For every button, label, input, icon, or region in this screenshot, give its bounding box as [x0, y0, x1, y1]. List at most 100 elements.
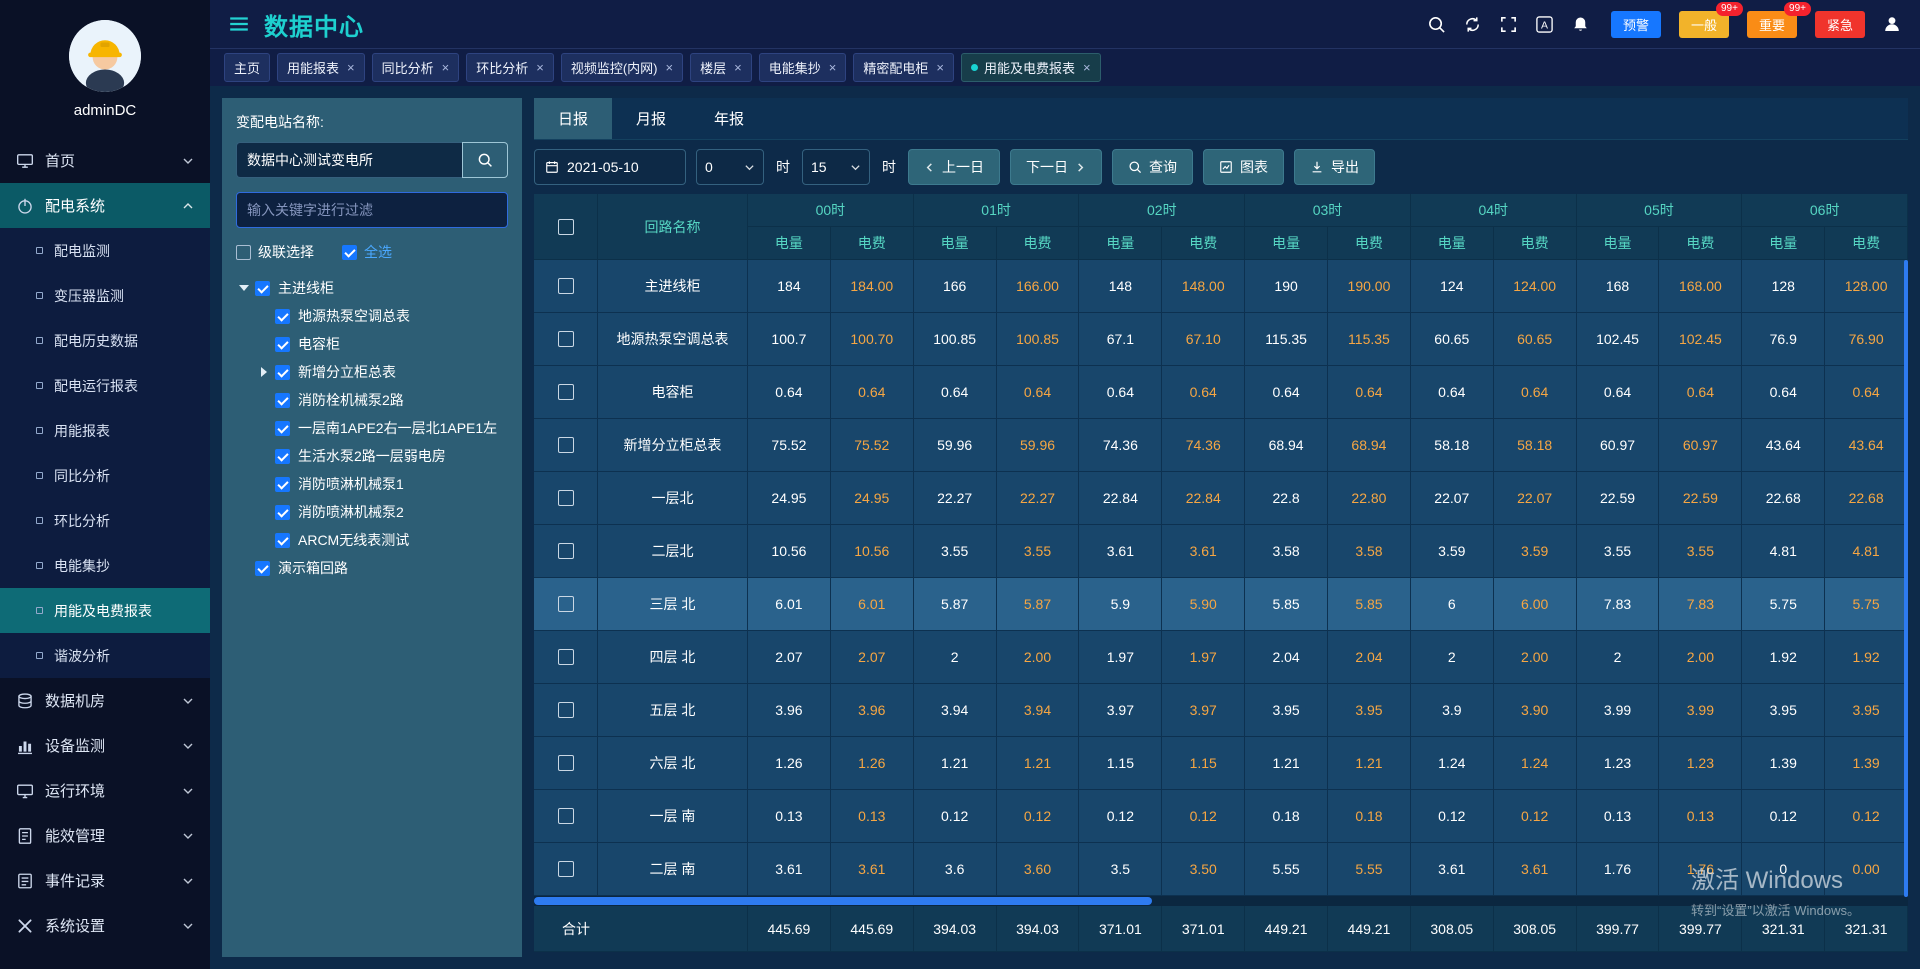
close-icon[interactable]: ×: [666, 60, 674, 75]
tree-node[interactable]: 主进线柜: [236, 274, 508, 302]
chart-button[interactable]: 图表: [1203, 149, 1284, 185]
row-checkbox[interactable]: [558, 384, 574, 400]
sidebar-item-data-room[interactable]: 数据机房: [0, 678, 210, 723]
close-icon[interactable]: ×: [347, 60, 355, 75]
next-day-button[interactable]: 下一日: [1010, 149, 1102, 185]
tree-checkbox[interactable]: [275, 449, 290, 464]
sidebar-item-system-settings[interactable]: 系统设置: [0, 903, 210, 948]
open-tab[interactable]: 同比分析×: [372, 53, 460, 82]
close-icon[interactable]: ×: [936, 60, 944, 75]
table-row[interactable]: 六层 北1.261.261.211.211.151.151.211.211.24…: [534, 737, 1908, 790]
row-checkbox[interactable]: [558, 278, 574, 294]
hour-to-select[interactable]: 15: [802, 149, 870, 185]
table-row[interactable]: 四层 北2.072.0722.001.971.972.042.0422.0022…: [534, 631, 1908, 684]
close-icon[interactable]: ×: [1083, 60, 1091, 75]
close-icon[interactable]: ×: [734, 60, 742, 75]
open-tab[interactable]: 视频监控(内网)×: [561, 53, 683, 82]
tree-node[interactable]: 生活水泵2路一层弱电房: [236, 442, 508, 470]
tree-node[interactable]: 消防喷淋机械泵2: [236, 498, 508, 526]
table-row[interactable]: 一层 南0.130.130.120.120.120.120.180.180.12…: [534, 790, 1908, 843]
vertical-scrollbar[interactable]: [1904, 260, 1908, 897]
submenu-item[interactable]: 同比分析: [0, 453, 210, 498]
submenu-item[interactable]: 配电运行报表: [0, 363, 210, 408]
submenu-item[interactable]: 变压器监测: [0, 273, 210, 318]
table-row[interactable]: 新增分立柜总表75.5275.5259.9659.9674.3674.3668.…: [534, 419, 1908, 472]
alert-urgent-button[interactable]: 紧急: [1815, 11, 1865, 38]
table-row[interactable]: 主进线柜184184.00166166.00148148.00190190.00…: [534, 260, 1908, 313]
export-button[interactable]: 导出: [1294, 149, 1375, 185]
topbar-refresh-icon[interactable]: [1463, 15, 1482, 34]
alert-important-button[interactable]: 重要99+: [1747, 11, 1797, 38]
table-row[interactable]: 五层 北3.963.963.943.943.973.973.953.953.93…: [534, 684, 1908, 737]
alert-forecast-button[interactable]: 预警: [1611, 11, 1661, 38]
sidebar-item-event-log[interactable]: 事件记录: [0, 858, 210, 903]
close-icon[interactable]: ×: [442, 60, 450, 75]
submenu-item[interactable]: 环比分析: [0, 498, 210, 543]
table-row[interactable]: 电容柜0.640.640.640.640.640.640.640.640.640…: [534, 366, 1908, 419]
tree-checkbox[interactable]: [255, 561, 270, 576]
cascade-select-checkbox[interactable]: 级联选择: [236, 242, 314, 262]
horizontal-scrollbar-thumb[interactable]: [534, 897, 1152, 905]
open-tab[interactable]: 精密配电柜×: [853, 53, 954, 82]
query-button[interactable]: 查询: [1112, 149, 1193, 185]
tree-node[interactable]: 电容柜: [236, 330, 508, 358]
topbar-translate-icon[interactable]: A: [1535, 15, 1554, 34]
sidebar-item-runtime-environment[interactable]: 运行环境: [0, 768, 210, 813]
tree-node[interactable]: 地源热泵空调总表: [236, 302, 508, 330]
prev-day-button[interactable]: 上一日: [908, 149, 1000, 185]
tree-checkbox[interactable]: [275, 421, 290, 436]
date-picker[interactable]: 2021-05-10: [534, 149, 686, 185]
keyword-filter-input[interactable]: [236, 192, 508, 228]
tree-checkbox[interactable]: [275, 365, 290, 380]
row-checkbox[interactable]: [558, 596, 574, 612]
tree-node[interactable]: 一层南1APE2右一层北1APE1左: [236, 414, 508, 442]
submenu-item[interactable]: 谐波分析: [0, 633, 210, 678]
submenu-item[interactable]: 配电历史数据: [0, 318, 210, 363]
topbar-search-icon[interactable]: [1427, 15, 1446, 34]
user-icon[interactable]: [1882, 14, 1902, 34]
submenu-item[interactable]: 用能及电费报表: [0, 588, 210, 633]
topbar-notification-icon[interactable]: [1571, 15, 1590, 34]
tree-checkbox[interactable]: [275, 309, 290, 324]
row-checkbox[interactable]: [558, 543, 574, 559]
row-checkbox[interactable]: [558, 861, 574, 877]
tree-node[interactable]: 新增分立柜总表: [236, 358, 508, 386]
alert-general-button[interactable]: 一般99+: [1679, 11, 1729, 38]
tree-node[interactable]: ARCM无线表测试: [236, 526, 508, 554]
row-checkbox[interactable]: [558, 808, 574, 824]
row-checkbox[interactable]: [558, 331, 574, 347]
row-checkbox[interactable]: [558, 702, 574, 718]
submenu-item[interactable]: 用能报表: [0, 408, 210, 453]
tree-node[interactable]: 消防栓机械泵2路: [236, 386, 508, 414]
caret-right-icon[interactable]: [256, 367, 272, 377]
table-row[interactable]: 三层 北6.016.015.875.875.95.905.855.8566.00…: [534, 578, 1908, 631]
submenu-item[interactable]: 电能集抄: [0, 543, 210, 588]
sidebar-item-distribution-system[interactable]: 配电系统: [0, 183, 210, 228]
topbar-fullscreen-icon[interactable]: [1499, 15, 1518, 34]
open-tab[interactable]: 主页: [224, 53, 270, 82]
row-checkbox[interactable]: [558, 437, 574, 453]
tree-checkbox[interactable]: [275, 337, 290, 352]
tree-node[interactable]: 演示箱回路: [236, 554, 508, 582]
tree-checkbox[interactable]: [275, 505, 290, 520]
open-tab[interactable]: 环比分析×: [466, 53, 554, 82]
hamburger-menu-icon[interactable]: [228, 13, 250, 35]
report-tab-item[interactable]: 年报: [690, 98, 768, 139]
tree-checkbox[interactable]: [255, 281, 270, 296]
station-search-button[interactable]: [462, 142, 508, 178]
row-checkbox[interactable]: [558, 755, 574, 771]
report-tab-item[interactable]: 月报: [612, 98, 690, 139]
table-row[interactable]: 地源热泵空调总表100.7100.70100.85100.8567.167.10…: [534, 313, 1908, 366]
sidebar-item-home[interactable]: 首页: [0, 138, 210, 183]
open-tab[interactable]: 楼层×: [690, 53, 752, 82]
tree-checkbox[interactable]: [275, 477, 290, 492]
select-all-rows-checkbox[interactable]: [558, 219, 574, 235]
close-icon[interactable]: ×: [536, 60, 544, 75]
open-tab-active[interactable]: 用能及电费报表×: [961, 53, 1101, 82]
tree-checkbox[interactable]: [275, 393, 290, 408]
open-tab[interactable]: 电能集抄×: [759, 53, 847, 82]
caret-down-icon[interactable]: [236, 285, 252, 291]
row-checkbox[interactable]: [558, 649, 574, 665]
tree-node[interactable]: 消防喷淋机械泵1: [236, 470, 508, 498]
station-name-input[interactable]: [236, 142, 462, 178]
